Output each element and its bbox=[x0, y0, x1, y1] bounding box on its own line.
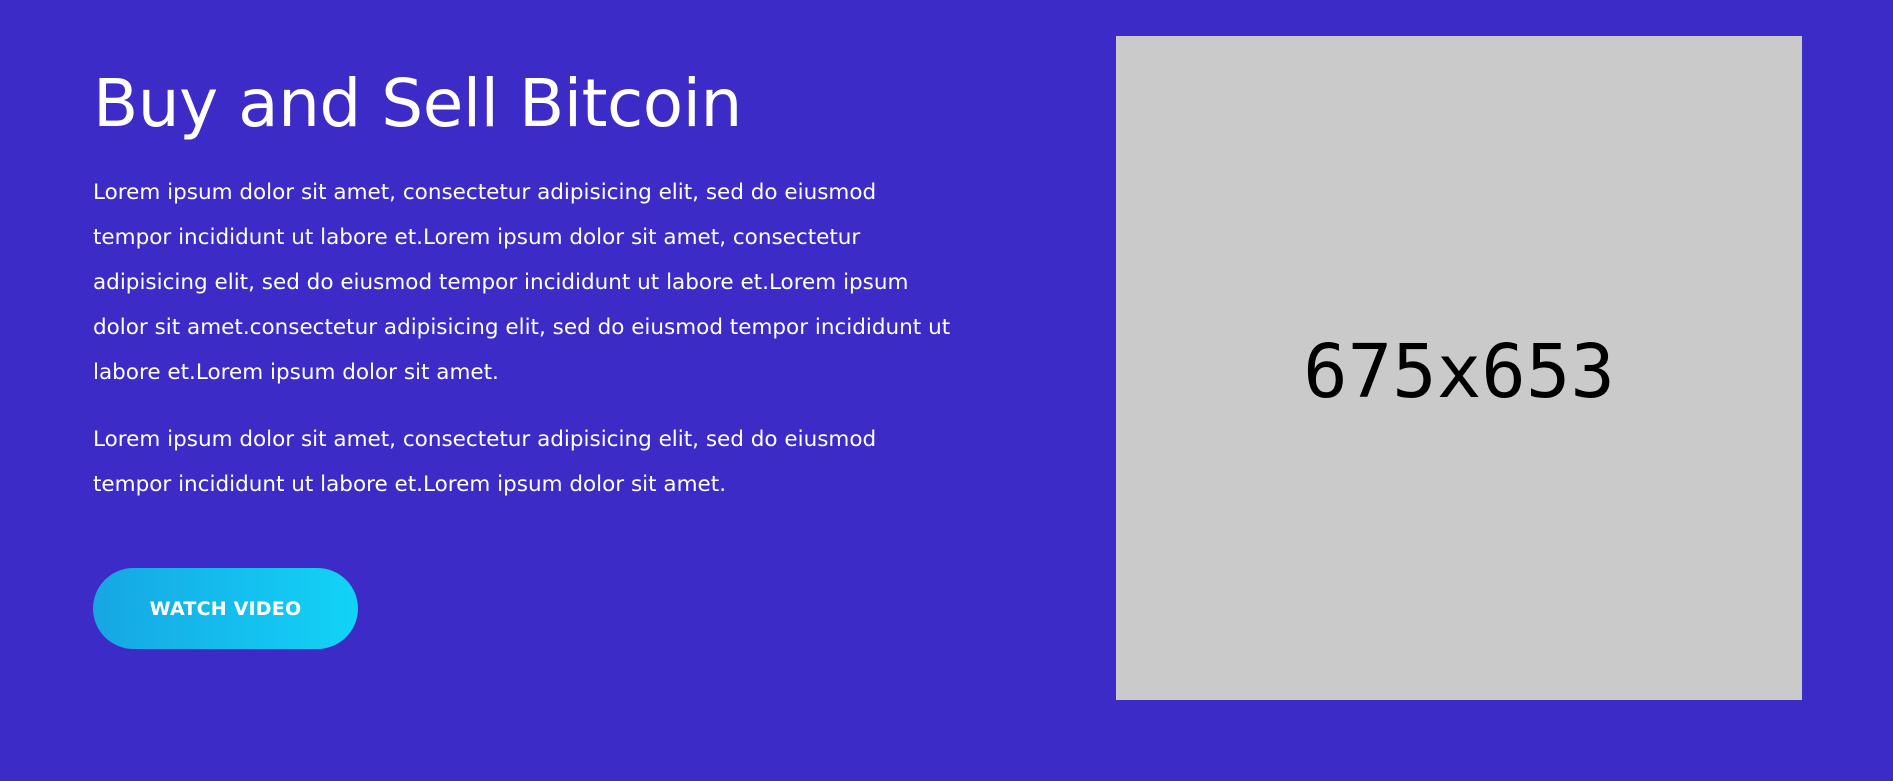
hero-image-placeholder: 675x653 bbox=[1116, 36, 1802, 700]
hero-paragraph-2: Lorem ipsum dolor sit amet, consectetur … bbox=[93, 427, 877, 497]
hero-section: Buy and Sell Bitcoin Lorem ipsum dolor s… bbox=[0, 0, 1893, 781]
hero-title: Buy and Sell Bitcoin bbox=[93, 65, 742, 142]
hero-paragraph-1: Lorem ipsum dolor sit amet, consectetur … bbox=[93, 180, 951, 385]
watch-video-button[interactable]: WATCH VIDEO bbox=[93, 568, 358, 649]
placeholder-dimensions-label: 675x653 bbox=[1303, 329, 1615, 415]
